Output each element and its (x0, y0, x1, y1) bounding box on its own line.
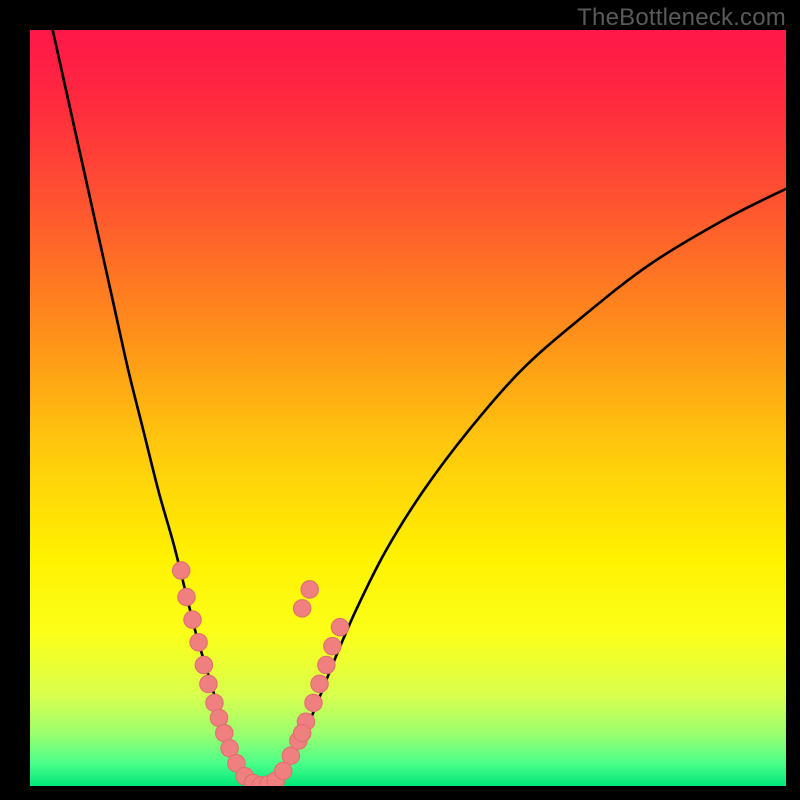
data-marker (305, 694, 322, 711)
data-marker (195, 656, 212, 673)
watermark-text: TheBottleneck.com (577, 4, 786, 32)
data-marker (200, 675, 217, 692)
data-markers (173, 562, 349, 786)
data-marker (293, 600, 310, 617)
data-marker (311, 675, 328, 692)
chart-curves (30, 30, 786, 786)
data-marker (173, 562, 190, 579)
series-right-branch (272, 189, 786, 786)
plot-area (30, 30, 786, 786)
data-marker (293, 724, 310, 741)
series-left-branch (53, 30, 257, 786)
chart-container: TheBottleneck.com (0, 0, 800, 800)
data-marker (178, 588, 195, 605)
data-marker (331, 619, 348, 636)
data-marker (190, 634, 207, 651)
data-marker (301, 581, 318, 598)
data-marker (184, 611, 201, 628)
data-marker (318, 656, 335, 673)
data-marker (324, 637, 341, 654)
